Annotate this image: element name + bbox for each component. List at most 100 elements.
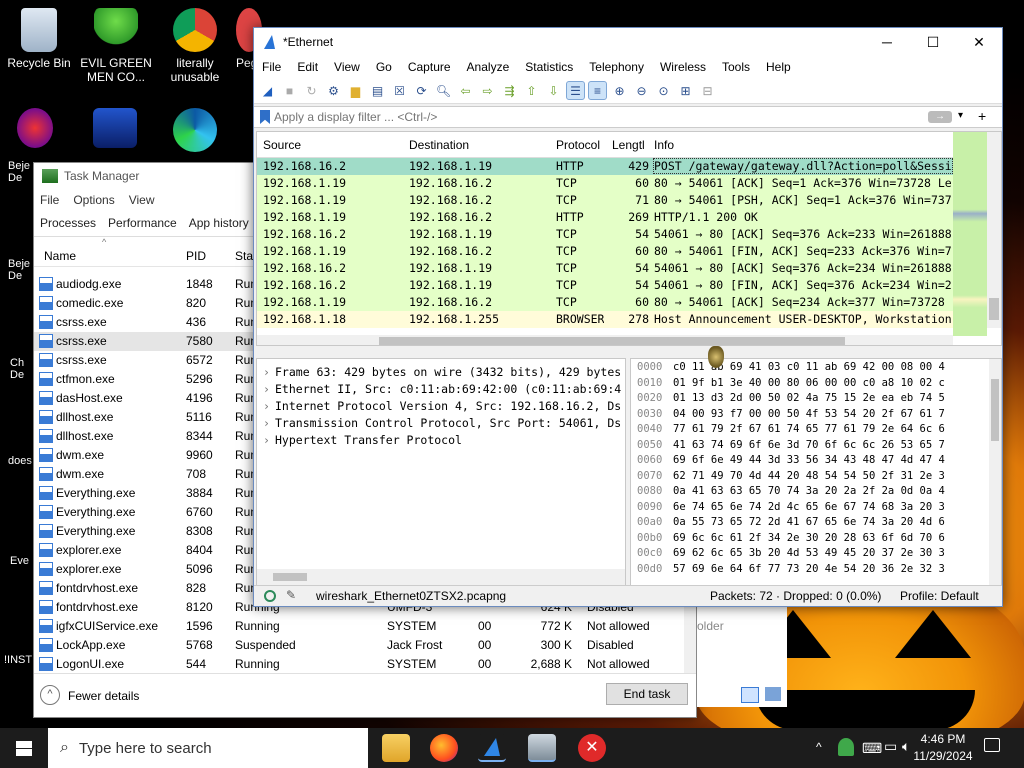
last-packet-icon[interactable]: ⇩ <box>544 81 563 100</box>
desktop-icon-chrome[interactable]: literally unusable <box>159 8 231 84</box>
keyboard-ime-icon[interactable]: ⌨ <box>862 740 882 757</box>
tab-performance[interactable]: Performance <box>102 211 183 236</box>
close-button[interactable]: ✕ <box>956 28 1002 56</box>
ws-menu-view[interactable]: View <box>326 60 368 74</box>
column-protocol[interactable]: Protocol <box>556 138 600 152</box>
wireshark-titlebar[interactable]: *Ethernet ─ ☐ ✕ <box>254 28 1002 56</box>
expand-arrow-icon[interactable]: › <box>257 433 275 447</box>
ws-menu-telephony[interactable]: Telephony <box>581 60 652 74</box>
zoom-in-icon[interactable]: ⊕ <box>610 81 629 100</box>
desktop-icon-edge[interactable] <box>170 108 220 156</box>
show-hidden-icons-chevron[interactable]: ^ <box>816 740 822 754</box>
ws-menu-wireless[interactable]: Wireless <box>652 60 714 74</box>
chevron-up-icon[interactable]: ^ <box>40 685 60 705</box>
find-packet-icon[interactable]: 🔍︎ <box>434 81 453 100</box>
ws-menu-file[interactable]: File <box>254 60 289 74</box>
process-list-scrollbar[interactable] <box>684 603 696 673</box>
end-task-button[interactable]: End task <box>606 683 688 705</box>
taskbar-search-box[interactable]: ⌕ Type here to search <box>48 728 368 768</box>
red-x-app-icon[interactable]: ✕ <box>578 734 606 762</box>
desktop-icon-recycle-bin[interactable]: Recycle Bin <box>3 8 75 70</box>
capture-options-icon[interactable]: ⚙ <box>324 81 343 100</box>
apply-filter-arrow-icon[interactable]: → <box>928 111 952 123</box>
display-filter-bar[interactable]: → ▾ + <box>254 106 1002 128</box>
open-file-icon[interactable]: ▆ <box>346 81 365 100</box>
column-length[interactable]: Lengtl <box>612 138 645 152</box>
packet-row[interactable]: 192.168.16.2 192.168.1.19 TCP 54 54061 → 80 … <box>257 226 953 243</box>
packet-row[interactable]: 192.168.16.2 192.168.1.19 TCP 54 54061 → 80 … <box>257 277 953 294</box>
resize-columns-icon[interactable]: ⊞ <box>676 81 695 100</box>
colorize-icon[interactable]: ≡ <box>588 81 607 100</box>
add-filter-button[interactable]: + <box>978 108 986 124</box>
packet-row[interactable]: 192.168.1.19 192.168.16.2 TCP 60 80 → 54061 … <box>257 294 953 311</box>
packet-row[interactable]: 192.168.16.2 192.168.1.19 TCP 54 54061 → 80 … <box>257 260 953 277</box>
network-icon[interactable]: ▭ <box>884 738 897 755</box>
desktop-icon-mpl[interactable] <box>90 108 140 152</box>
process-row[interactable]: LogonUI.exe 544 Running SYSTEM 00 2,688 K Not … <box>34 655 688 674</box>
go-to-packet-icon[interactable]: ⇶ <box>500 81 519 100</box>
reload-file-icon[interactable]: ⟳ <box>412 81 431 100</box>
start-button[interactable] <box>0 728 48 768</box>
details-hscrollbar[interactable] <box>257 569 625 585</box>
people-icon[interactable] <box>838 738 854 756</box>
packet-row[interactable]: 192.168.1.19 192.168.16.2 TCP 60 80 → 54061 … <box>257 175 953 192</box>
zoom-normal-icon[interactable]: ⊙ <box>654 81 673 100</box>
zoom-out-icon[interactable]: ⊖ <box>632 81 651 100</box>
expand-arrow-icon[interactable]: › <box>257 382 275 396</box>
column-name[interactable]: Name <box>44 249 76 263</box>
menu-file[interactable]: File <box>40 193 59 207</box>
desktop-icon-bejeweled[interactable] <box>10 108 60 152</box>
view-details-icon[interactable] <box>741 687 759 703</box>
expand-arrow-icon[interactable]: › <box>257 365 275 379</box>
ws-menu-edit[interactable]: Edit <box>289 60 326 74</box>
layout-icon[interactable]: ⊟ <box>698 81 717 100</box>
clock-time[interactable]: 4:46 PM <box>917 732 969 746</box>
detail-tree-item[interactable]: › Ethernet II, Src: c0:11:ab:69:42:00 (c0… <box>257 382 621 399</box>
stop-capture-icon[interactable]: ■ <box>280 81 299 100</box>
column-info[interactable]: Info <box>654 138 674 152</box>
packet-row[interactable]: 192.168.16.2 192.168.1.19 HTTP 429 POST /gat… <box>257 158 953 175</box>
ws-menu-statistics[interactable]: Statistics <box>517 60 581 74</box>
status-profile[interactable]: Profile: Default <box>900 589 979 603</box>
tab-app-history[interactable]: App history <box>183 211 255 236</box>
maximize-button[interactable]: ☐ <box>910 28 956 56</box>
autoscroll-icon[interactable]: ☰ <box>566 81 585 100</box>
wireshark-taskbar-icon[interactable] <box>478 734 506 762</box>
save-file-icon[interactable]: ▤ <box>368 81 387 100</box>
process-row[interactable]: igfxCUIService.exe 1596 Running SYSTEM 00 772… <box>34 617 688 636</box>
menu-options[interactable]: Options <box>73 193 114 207</box>
minimize-button[interactable]: ─ <box>864 28 910 56</box>
packet-row[interactable]: 192.168.1.18 192.168.1.255 BROWSER 278 Host … <box>257 311 953 328</box>
task-manager-taskbar-icon[interactable] <box>528 734 556 762</box>
view-large-icon[interactable] <box>765 687 781 701</box>
expand-arrow-icon[interactable]: › <box>257 416 275 430</box>
column-source[interactable]: Source <box>263 138 301 152</box>
ws-menu-tools[interactable]: Tools <box>714 60 758 74</box>
tab-processes[interactable]: Processes <box>34 211 102 236</box>
detail-tree-item[interactable]: › Transmission Control Protocol, Src Port… <box>257 416 621 433</box>
capture-comment-icon[interactable]: ✎ <box>286 588 296 602</box>
detail-tree-item[interactable]: › Internet Protocol Version 4, Src: 192.1… <box>257 399 621 416</box>
ws-menu-help[interactable]: Help <box>758 60 799 74</box>
ws-menu-go[interactable]: Go <box>368 60 400 74</box>
packet-list-hscrollbar[interactable] <box>257 335 953 345</box>
wireshark-window[interactable]: *Ethernet ─ ☐ ✕ File Edit View Go Capture Ana… <box>253 27 1003 607</box>
notifications-icon[interactable] <box>984 738 1000 752</box>
detail-tree-item[interactable]: › Frame 63: 429 bytes on wire (3432 bits)… <box>257 365 621 382</box>
desktop-icon-evil-green-men[interactable]: EVIL GREEN MEN CO... <box>80 8 152 84</box>
go-forward-icon[interactable]: ⇨ <box>478 81 497 100</box>
go-back-icon[interactable]: ⇦ <box>456 81 475 100</box>
column-pid[interactable]: PID <box>186 249 206 263</box>
filter-dropdown-icon[interactable]: ▾ <box>958 110 963 121</box>
restart-capture-icon[interactable]: ↻ <box>302 81 321 100</box>
bookmark-icon[interactable] <box>260 110 270 124</box>
process-row[interactable]: LockApp.exe 5768 Suspended Jack Frost 00 300 … <box>34 636 688 655</box>
file-explorer-icon[interactable] <box>382 734 410 762</box>
clock-date[interactable]: 11/29/2024 <box>910 749 976 763</box>
expert-info-icon[interactable] <box>264 590 276 602</box>
packet-row[interactable]: 192.168.1.19 192.168.16.2 TCP 71 80 → 54061 … <box>257 192 953 209</box>
close-file-icon[interactable]: ☒ <box>390 81 409 100</box>
ws-menu-capture[interactable]: Capture <box>400 60 459 74</box>
detail-tree-item[interactable]: › Hypertext Transfer Protocol <box>257 433 462 450</box>
bytes-vscrollbar[interactable] <box>989 359 1001 585</box>
